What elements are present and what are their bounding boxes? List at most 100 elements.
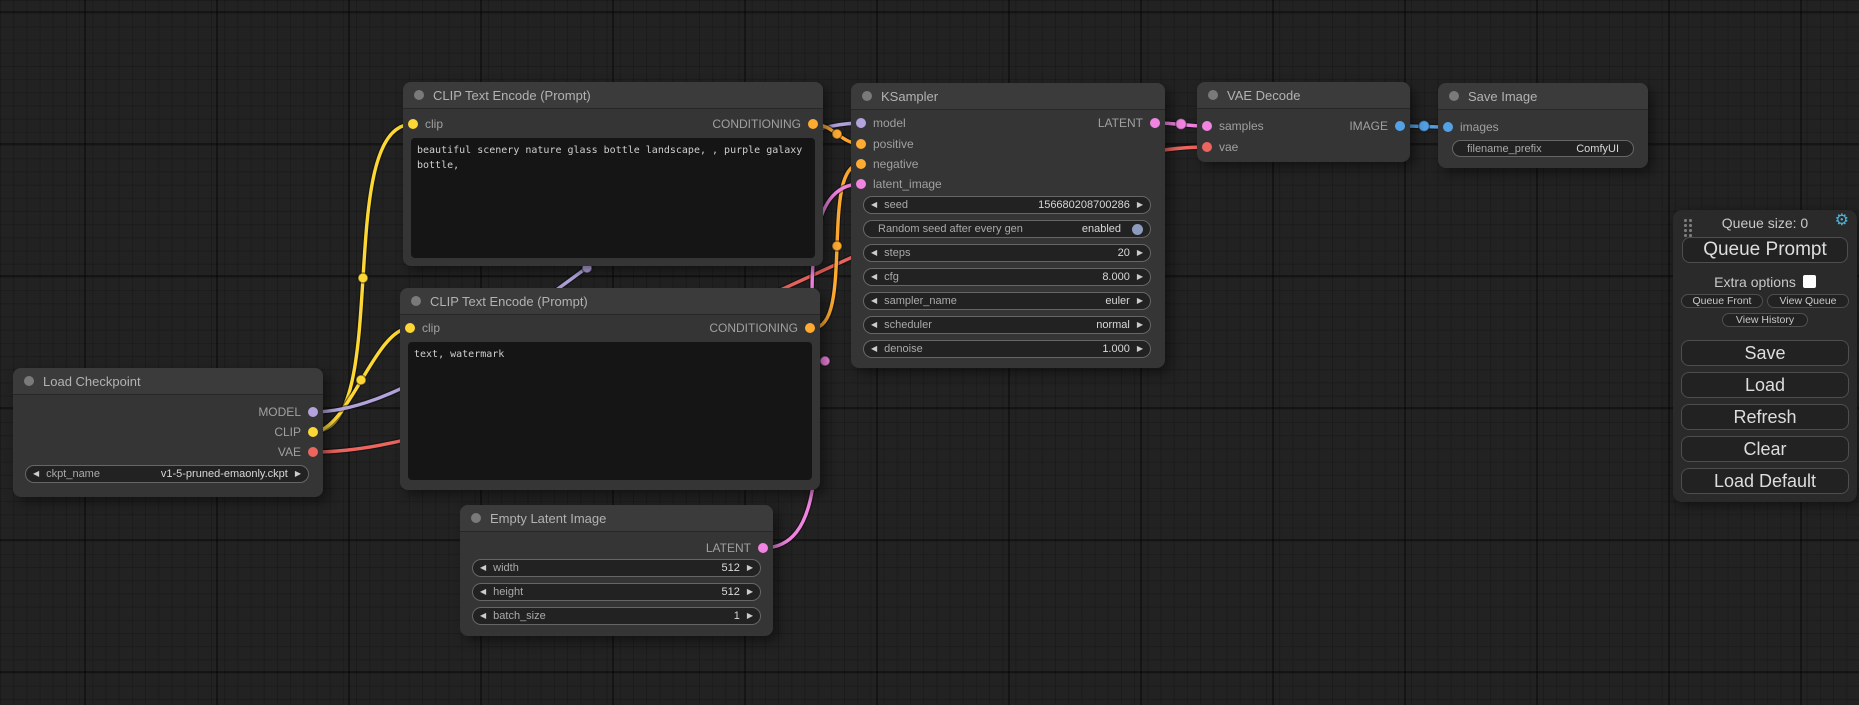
- node-title-bar[interactable]: CLIP Text Encode (Prompt): [403, 82, 823, 108]
- increment-arrow-icon[interactable]: ▶: [747, 564, 753, 572]
- node-ksampler[interactable]: KSampler model positive negative latent_…: [851, 83, 1165, 368]
- link-midpoint-dot[interactable]: [1419, 121, 1430, 132]
- toggle-dot[interactable]: [1132, 224, 1143, 235]
- node-title-bar[interactable]: Save Image: [1438, 83, 1648, 109]
- queue-prompt-button[interactable]: Queue Prompt: [1682, 237, 1848, 263]
- queue-size-label: Queue size: 0: [1673, 215, 1857, 231]
- clip-output-dot[interactable]: [308, 427, 318, 437]
- steps-widget[interactable]: ◀ steps 20 ▶: [863, 244, 1151, 262]
- filename-prefix-widget[interactable]: filename_prefix ComfyUI: [1452, 140, 1634, 157]
- widget-value: ComfyUI: [1576, 143, 1619, 155]
- prev-value-arrow-icon[interactable]: ◀: [871, 297, 877, 305]
- collapse-dot-icon[interactable]: [24, 376, 34, 386]
- node-vae-decode[interactable]: VAE Decode samples vae IMAGE: [1197, 82, 1410, 162]
- increment-arrow-icon[interactable]: ▶: [1137, 201, 1143, 209]
- collapse-dot-icon[interactable]: [471, 513, 481, 523]
- link-midpoint-dot[interactable]: [820, 356, 830, 366]
- node-empty-latent-image[interactable]: Empty Latent Image LATENT ◀ width 512 ▶ …: [460, 505, 773, 636]
- collapse-dot-icon[interactable]: [414, 90, 424, 100]
- next-value-arrow-icon[interactable]: ▶: [1137, 297, 1143, 305]
- view-history-button[interactable]: View History: [1722, 313, 1808, 327]
- increment-arrow-icon[interactable]: ▶: [747, 612, 753, 620]
- link-midpoint-dot[interactable]: [832, 241, 842, 251]
- latent-output-dot[interactable]: [758, 543, 768, 553]
- input-slot-latent-image: latent_image: [856, 174, 942, 194]
- next-value-arrow-icon[interactable]: ▶: [295, 470, 301, 478]
- increment-arrow-icon[interactable]: ▶: [747, 588, 753, 596]
- refresh-button[interactable]: Refresh: [1681, 404, 1849, 430]
- model-input-dot[interactable]: [856, 118, 866, 128]
- node-title-bar[interactable]: Empty Latent Image: [460, 505, 773, 531]
- increment-arrow-icon[interactable]: ▶: [1137, 345, 1143, 353]
- negative-input-dot[interactable]: [856, 159, 866, 169]
- node-load-checkpoint[interactable]: Load Checkpoint MODEL CLIP VAE ◀ ckpt_na…: [13, 368, 323, 497]
- node-clip-text-encode-positive[interactable]: CLIP Text Encode (Prompt) clip CONDITION…: [403, 82, 823, 266]
- queue-front-button[interactable]: Queue Front: [1681, 294, 1763, 308]
- conditioning-output-dot[interactable]: [805, 323, 815, 333]
- link-midpoint-dot[interactable]: [1176, 119, 1187, 130]
- random-seed-widget[interactable]: Random seed after every gen enabled: [863, 220, 1151, 238]
- height-widget[interactable]: ◀ height 512 ▶: [472, 583, 761, 601]
- save-button[interactable]: Save: [1681, 340, 1849, 366]
- clear-button[interactable]: Clear: [1681, 436, 1849, 462]
- denoise-widget[interactable]: ◀ denoise 1.000 ▶: [863, 340, 1151, 358]
- decrement-arrow-icon[interactable]: ◀: [871, 201, 877, 209]
- collapse-dot-icon[interactable]: [862, 91, 872, 101]
- batch-size-widget[interactable]: ◀ batch_size 1 ▶: [472, 607, 761, 625]
- latent-image-input-dot[interactable]: [856, 179, 866, 189]
- decrement-arrow-icon[interactable]: ◀: [871, 273, 877, 281]
- gear-icon[interactable]: ⚙: [1835, 213, 1849, 229]
- increment-arrow-icon[interactable]: ▶: [1137, 273, 1143, 281]
- link-midpoint-dot[interactable]: [356, 375, 366, 385]
- ckpt-name-widget[interactable]: ◀ ckpt_name v1-5-pruned-emaonly.ckpt ▶: [25, 465, 309, 483]
- input-slot-model: model: [856, 113, 906, 133]
- prev-value-arrow-icon[interactable]: ◀: [871, 321, 877, 329]
- link-midpoint-dot[interactable]: [358, 273, 368, 283]
- load-button[interactable]: Load: [1681, 372, 1849, 398]
- prompt-textarea[interactable]: text, watermark: [408, 342, 812, 480]
- node-clip-text-encode-negative[interactable]: CLIP Text Encode (Prompt) clip CONDITION…: [400, 288, 820, 490]
- node-title-bar[interactable]: Load Checkpoint: [13, 368, 323, 394]
- slot-label: vae: [1219, 140, 1238, 154]
- scheduler-widget[interactable]: ◀ scheduler normal ▶: [863, 316, 1151, 334]
- collapse-dot-icon[interactable]: [1449, 91, 1459, 101]
- vae-input-dot[interactable]: [1202, 142, 1212, 152]
- node-title-bar[interactable]: CLIP Text Encode (Prompt): [400, 288, 820, 314]
- node-title: KSampler: [881, 89, 938, 104]
- vae-output-dot[interactable]: [308, 447, 318, 457]
- decrement-arrow-icon[interactable]: ◀: [480, 564, 486, 572]
- cfg-widget[interactable]: ◀ cfg 8.000 ▶: [863, 268, 1151, 286]
- model-output-dot[interactable]: [308, 407, 318, 417]
- positive-input-dot[interactable]: [856, 139, 866, 149]
- decrement-arrow-icon[interactable]: ◀: [871, 345, 877, 353]
- clip-input-dot[interactable]: [408, 119, 418, 129]
- image-output-dot[interactable]: [1395, 121, 1405, 131]
- increment-arrow-icon[interactable]: ▶: [1137, 249, 1143, 257]
- link-midpoint-dot[interactable]: [832, 129, 842, 139]
- load-default-button[interactable]: Load Default: [1681, 468, 1849, 494]
- width-widget[interactable]: ◀ width 512 ▶: [472, 559, 761, 577]
- next-value-arrow-icon[interactable]: ▶: [1137, 321, 1143, 329]
- decrement-arrow-icon[interactable]: ◀: [480, 588, 486, 596]
- collapse-dot-icon[interactable]: [1208, 90, 1218, 100]
- sampler-name-widget[interactable]: ◀ sampler_name euler ▶: [863, 292, 1151, 310]
- input-slot-positive: positive: [856, 134, 914, 154]
- decrement-arrow-icon[interactable]: ◀: [871, 249, 877, 257]
- node-title-bar[interactable]: KSampler: [851, 83, 1165, 109]
- node-save-image[interactable]: Save Image images filename_prefix ComfyU…: [1438, 83, 1648, 168]
- view-queue-button[interactable]: View Queue: [1767, 294, 1849, 308]
- node-title-bar[interactable]: VAE Decode: [1197, 82, 1410, 108]
- collapse-dot-icon[interactable]: [411, 296, 421, 306]
- extra-options-checkbox[interactable]: [1803, 275, 1816, 288]
- images-input-dot[interactable]: [1443, 122, 1453, 132]
- decrement-arrow-icon[interactable]: ◀: [480, 612, 486, 620]
- node-graph-canvas[interactable]: Load Checkpoint MODEL CLIP VAE ◀ ckpt_na…: [0, 0, 1859, 705]
- seed-widget[interactable]: ◀ seed 156680208700286 ▶: [863, 196, 1151, 214]
- samples-input-dot[interactable]: [1202, 121, 1212, 131]
- prompt-textarea[interactable]: beautiful scenery nature glass bottle la…: [411, 138, 815, 258]
- prev-value-arrow-icon[interactable]: ◀: [33, 470, 39, 478]
- clip-input-dot[interactable]: [405, 323, 415, 333]
- latent-output-dot[interactable]: [1150, 118, 1160, 128]
- widget-label: ckpt_name: [46, 468, 100, 480]
- conditioning-output-dot[interactable]: [808, 119, 818, 129]
